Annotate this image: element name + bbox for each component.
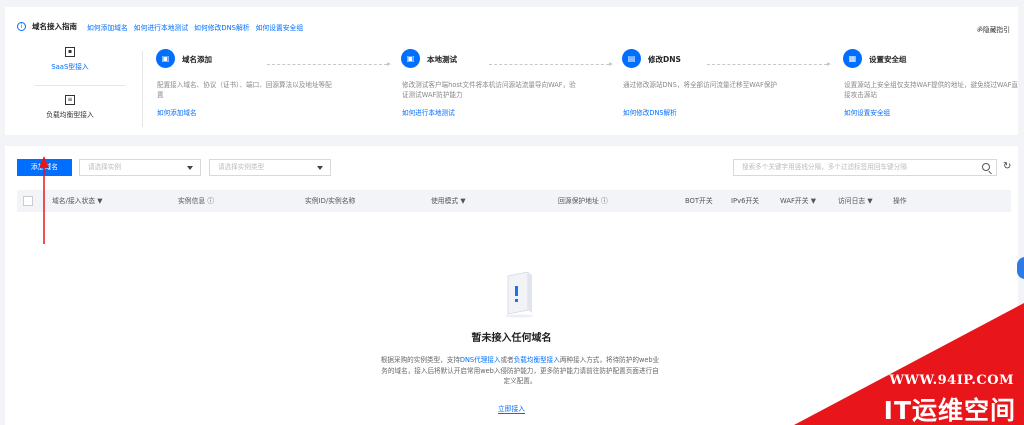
select-all-checkbox[interactable] xyxy=(23,196,33,206)
guide-link-local-test[interactable]: 如何进行本地测试 xyxy=(134,22,188,32)
info-icon[interactable]: ⓘ xyxy=(207,197,214,205)
instance-select[interactable]: 请选择实例 xyxy=(79,159,201,176)
floating-help-button[interactable] xyxy=(1017,257,1024,279)
info-icon: i xyxy=(17,22,26,31)
info-icon[interactable]: ⓘ xyxy=(601,197,608,205)
col-waf-switch[interactable]: WAF开关 ▼ xyxy=(780,190,816,212)
security-group-icon: ▦ xyxy=(843,49,862,68)
mode-divider xyxy=(35,85,125,86)
guide-link-add-domain[interactable]: 如何添加域名 xyxy=(87,22,128,32)
watermark-name: IT运维空间 xyxy=(883,396,1016,425)
guide-link-modify-dns[interactable]: 如何修改DNS解析 xyxy=(194,22,249,32)
chevron-down-icon xyxy=(317,166,323,170)
step-link[interactable]: 如何设置安全组 xyxy=(844,107,890,117)
col-access-log[interactable]: 访问日志 ▼ xyxy=(838,190,873,212)
step-link[interactable]: 如何修改DNS解析 xyxy=(623,107,677,117)
access-guide-card: i 域名接入指南 如何添加域名 如何进行本地测试 如何修改DNS解析 如何设置安… xyxy=(5,7,1018,135)
col-origin-protection: 回源保护地址 ⓘ xyxy=(558,197,608,205)
saas-icon: ▪ xyxy=(65,47,75,57)
guide-link-security-group[interactable]: 如何设置安全组 xyxy=(256,22,304,32)
empty-state-description: 根据采购的实例类型，支持DNS代理接入或者负载均衡型接入两种接入方式，将待防护的… xyxy=(380,356,660,385)
search-input[interactable]: 搜索多个关键字用竖线分隔，多个过滤标签用回车键分隔 xyxy=(733,159,997,176)
dns-icon: ▤ xyxy=(622,49,641,68)
guide-title: 域名接入指南 xyxy=(32,22,77,31)
step-connector xyxy=(489,62,613,66)
col-instance-id: 实例ID/实例名称 xyxy=(305,197,356,205)
step-title: 本地测试 xyxy=(427,55,457,64)
step-link[interactable]: 如何添加域名 xyxy=(157,107,197,117)
toolbar: 添加域名 请选择实例 请选择实例类型 搜索多个关键字用竖线分隔，多个过滤标签用回… xyxy=(17,159,1011,176)
filter-icon[interactable]: ▼ xyxy=(811,197,816,205)
local-test-icon: ▣ xyxy=(401,49,420,68)
guide-header: i 域名接入指南 如何添加域名 如何进行本地测试 如何修改DNS解析 如何设置安… xyxy=(17,21,309,32)
step-link[interactable]: 如何进行本地测试 xyxy=(402,107,455,117)
instance-type-select[interactable]: 请选择实例类型 xyxy=(209,159,331,176)
search-icon[interactable] xyxy=(982,163,990,171)
step-desc: 配置接入域名、协议（证书）、端口、回源算法以及地址等配置 xyxy=(157,81,332,99)
step-title: 修改DNS xyxy=(648,55,681,64)
step-connector xyxy=(267,62,391,66)
watermark-url: WWW.94IP.COM xyxy=(889,373,1014,388)
mode-saas[interactable]: ▪ SaaS型接入 xyxy=(5,47,135,71)
instance-type-placeholder: 请选择实例类型 xyxy=(218,163,265,171)
hide-guide-label: 隐藏指引 xyxy=(982,26,1010,34)
load-balancer-link[interactable]: 负载均衡型接入 xyxy=(514,356,560,364)
hide-guide-button[interactable]: ॐ隐藏指引 xyxy=(977,24,1010,34)
step-desc: 设置源站上安全组仅支持WAF提供的地址，避免绕过WAF直接攻击源站 xyxy=(844,81,1018,99)
mode-saas-label: SaaS型接入 xyxy=(51,63,89,71)
mode-load-balancer[interactable]: ≡ 负载均衡型接入 xyxy=(5,95,135,119)
vertical-divider xyxy=(142,51,143,127)
col-ipv6-switch: IPv6开关 xyxy=(731,197,760,205)
search-placeholder: 搜索多个关键字用竖线分隔，多个过滤标签用回车键分隔 xyxy=(742,163,907,171)
refresh-icon[interactable]: ↻ xyxy=(1003,162,1011,172)
watermark: WWW.94IP.COM IT运维空间 xyxy=(794,303,1024,425)
domain-add-icon: ▣ xyxy=(156,49,175,68)
mode-lb-label: 负载均衡型接入 xyxy=(46,111,94,119)
table-header: 域名/接入状态 ▼ 实例信息 ⓘ 实例ID/实例名称 使用模式 ▼ 回源保护地址… xyxy=(17,190,1011,212)
step-connector xyxy=(707,62,831,66)
chevron-down-icon xyxy=(187,166,193,170)
col-domain-status[interactable]: 域名/接入状态 ▼ xyxy=(52,190,102,212)
filter-icon[interactable]: ▼ xyxy=(460,197,465,205)
load-balancer-icon: ≡ xyxy=(65,95,75,105)
step-desc: 修改测试客户端host文件将本机访问源站流量导向WAF，验证测试WAF防护能力 xyxy=(402,81,576,99)
instance-select-placeholder: 请选择实例 xyxy=(88,163,121,171)
dns-proxy-link[interactable]: DNS代理接入 xyxy=(460,356,501,364)
annotation-arrow-icon xyxy=(39,156,49,244)
step-title: 域名添加 xyxy=(182,55,212,64)
step-title: 设置安全组 xyxy=(869,55,907,64)
step-desc: 通过修改源站DNS，将全部访问流量迁移至WAF保护 xyxy=(623,81,777,89)
empty-document-icon xyxy=(505,272,533,318)
filter-icon[interactable]: ▼ xyxy=(97,197,102,205)
col-actions: 操作 xyxy=(893,197,907,205)
col-usage-mode[interactable]: 使用模式 ▼ xyxy=(431,190,466,212)
col-bot-switch: BOT开关 xyxy=(685,197,713,205)
filter-icon[interactable]: ▼ xyxy=(867,197,872,205)
col-instance-info: 实例信息 ⓘ xyxy=(178,197,215,205)
